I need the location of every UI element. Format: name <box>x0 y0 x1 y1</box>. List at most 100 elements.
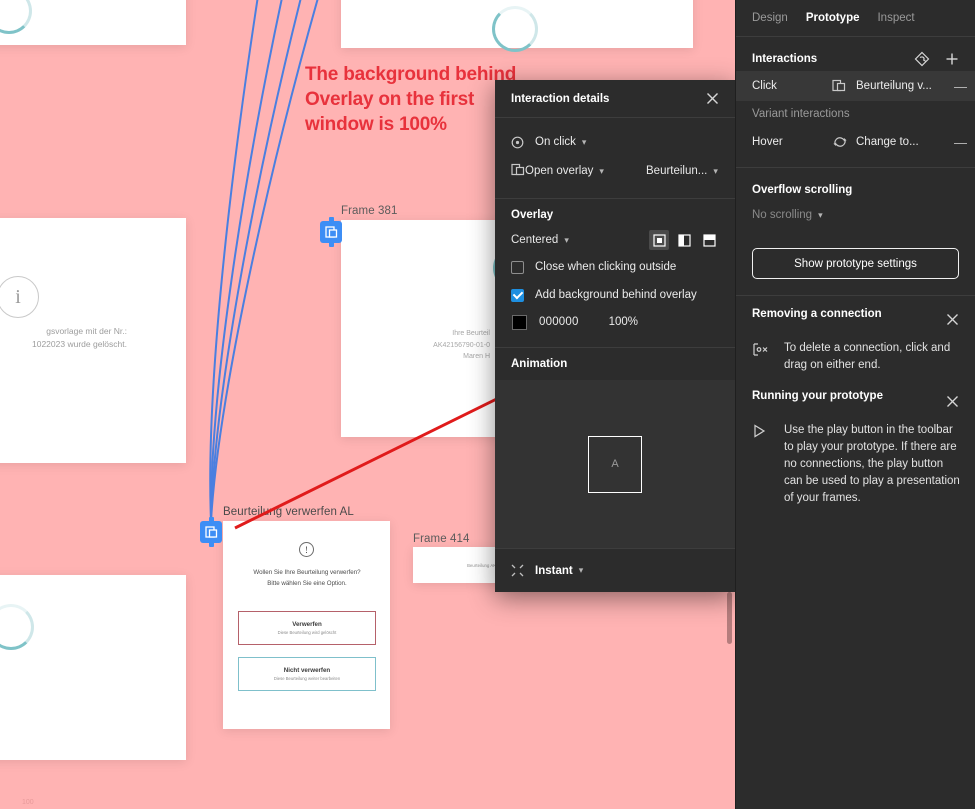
frame-414-label[interactable]: Frame 414 <box>413 533 470 545</box>
tip-running-prototype: Running your prototype Use the play butt… <box>736 378 975 511</box>
loading-spinner-icon <box>492 6 538 52</box>
chevron-down-icon[interactable]: ▾ <box>713 166 718 177</box>
play-icon <box>752 422 772 507</box>
color-swatch[interactable] <box>512 314 527 330</box>
tip-body: To delete a connection, click and drag o… <box>752 340 963 374</box>
animation-section-head: Animation <box>495 348 735 380</box>
verwerfen-button-subtitle: Diese Beurteilung wird gelöscht <box>277 630 337 635</box>
prototype-flow-icon[interactable] <box>911 48 933 70</box>
overlay-frame-label[interactable]: Beurteilung verwerfen AL <box>223 506 354 518</box>
interaction-row-click[interactable]: Click Beurteilung v... — <box>736 71 975 101</box>
tip-body: Use the play button in the toolbar to pl… <box>752 422 963 507</box>
canvas-scrollbar[interactable] <box>727 592 732 644</box>
tip-removing-connection: Removing a connection To delete a connec… <box>736 296 975 378</box>
color-opacity-value[interactable]: 100% <box>609 316 638 328</box>
sidebar-tabs: Design Prototype Inspect <box>736 0 975 37</box>
overlay-connector-node-dialog[interactable] <box>200 517 222 547</box>
overlay-settings-section: Overlay Centered ▾ Close when clicking o… <box>495 199 735 347</box>
right-sidebar[interactable]: Design Prototype Inspect Interactions Cl… <box>735 0 975 809</box>
prototype-settings-wrap: Show prototype settings <box>736 238 975 295</box>
modal-trigger-action-section: On click ▾ Open overlay ▾ Beurteilun... <box>495 118 735 198</box>
add-background-label: Add background behind overlay <box>535 289 697 301</box>
animation-preview-box: A <box>588 435 642 493</box>
overlay-section-title: Overlay <box>511 209 554 221</box>
chevron-down-icon[interactable]: ▾ <box>582 137 587 148</box>
verwerfen-button[interactable]: Verwerfen Diese Beurteilung wird gelösch… <box>238 611 376 645</box>
tab-prototype[interactable]: Prototype <box>806 12 860 24</box>
interaction-row-hover[interactable]: Hover Change to... — <box>736 127 975 157</box>
position-top-half-icon[interactable] <box>699 230 719 250</box>
interaction-trigger-hover: Hover <box>752 136 783 148</box>
overflow-scrolling-header: Overflow scrolling <box>752 178 963 202</box>
interactions-section: Interactions Click Beurteilung v... — Va… <box>736 37 975 167</box>
variant-interactions-label: Variant interactions <box>752 108 850 120</box>
animation-section-title: Animation <box>511 358 568 370</box>
overflow-scrolling-value-row[interactable]: No scrolling ▾ <box>752 202 963 228</box>
tab-inspect[interactable]: Inspect <box>877 12 914 24</box>
interaction-trigger-click: Click <box>752 80 777 92</box>
position-centered-icon[interactable] <box>649 230 669 250</box>
tip-header: Removing a connection <box>752 308 963 330</box>
canvas-bottom-text: 100 <box>22 799 34 806</box>
left-card-text: gsvorlage mit der Nr.: 1022023 wurde gel… <box>0 325 130 351</box>
overlay-background-color-row[interactable]: 000000 100% <box>511 309 719 335</box>
remove-interaction-button[interactable]: — <box>950 135 967 150</box>
action-destination: Beurteilun... <box>646 165 708 177</box>
animation-easing-row[interactable]: Instant ▾ <box>495 548 735 592</box>
click-target-icon <box>511 136 535 149</box>
interaction-destination-click: Beurteilung v... <box>856 80 932 92</box>
add-background-checkbox[interactable] <box>511 288 524 302</box>
interaction-destination-hover: Change to... <box>856 136 919 148</box>
close-outside-checkbox[interactable] <box>511 260 524 274</box>
interaction-details-modal[interactable]: Interaction details On click ▾ Open over… <box>495 80 735 592</box>
close-icon[interactable] <box>941 308 963 330</box>
frame-381-line-2: AK42156790-01-0 <box>433 341 490 349</box>
action-label: Open overlay <box>525 165 594 177</box>
frame-381-body-text: Ihre Beurteil AK42156790-01-0 Maren H <box>355 328 490 363</box>
chevron-down-icon[interactable]: ▾ <box>564 235 569 246</box>
overlay-question-line-2: Bitte wählen Sie eine Option. <box>267 579 347 587</box>
tip-title: Removing a connection <box>752 308 882 320</box>
tip-header: Running your prototype <box>752 390 963 412</box>
plus-icon[interactable] <box>941 48 963 70</box>
close-when-clicking-outside-row[interactable]: Close when clicking outside <box>511 253 719 281</box>
modal-header: Interaction details <box>495 80 735 118</box>
frame-381-label[interactable]: Frame 381 <box>341 205 398 217</box>
overlay-position-label: Centered <box>511 234 559 246</box>
show-prototype-settings-button[interactable]: Show prototype settings <box>752 248 959 279</box>
overflow-scrolling-section: Overflow scrolling No scrolling ▾ <box>736 168 975 238</box>
close-icon[interactable] <box>941 390 963 412</box>
close-icon[interactable] <box>701 88 723 110</box>
chevron-down-icon[interactable]: ▾ <box>599 166 604 177</box>
overlay-dialog-question: Wollen Sie Ihre Beurteilung verwerfen? B… <box>233 568 381 589</box>
alert-icon: ! <box>299 542 314 557</box>
nicht-verwerfen-button-subtitle: Diese Beurteilung weiter bearbeiten <box>273 676 341 681</box>
nicht-verwerfen-button-title: Nicht verwerfen <box>283 667 331 674</box>
open-overlay-icon <box>511 163 525 180</box>
figma-prototype-screen: i gsvorlage mit der Nr.: 1022023 wurde g… <box>0 0 975 809</box>
tip-text: To delete a connection, click and drag o… <box>784 342 951 371</box>
overlay-connector-node-381[interactable] <box>320 217 342 247</box>
add-background-row[interactable]: Add background behind overlay <box>511 281 719 309</box>
tab-design[interactable]: Design <box>752 12 788 24</box>
open-overlay-icon <box>832 79 856 93</box>
overlay-question-line-1: Wollen Sie Ihre Beurteilung verwerfen? <box>253 569 361 576</box>
animation-preview: A <box>495 380 735 548</box>
frame-381-line-1: Ihre Beurteil <box>452 330 490 337</box>
canvas-frame-bottom-left[interactable] <box>0 575 186 760</box>
tip-text: Use the play button in the toolbar to pl… <box>784 424 960 504</box>
frame-381-line-3: Maren H <box>463 353 490 360</box>
remove-interaction-button[interactable]: — <box>950 79 967 94</box>
nicht-verwerfen-button[interactable]: Nicht verwerfen Diese Beurteilung weiter… <box>238 657 376 691</box>
trigger-row[interactable]: On click ▾ <box>511 128 719 156</box>
left-card-line-2: 1022023 wurde gelöscht. <box>32 339 127 349</box>
left-card-line-1: gsvorlage mit der Nr.: <box>46 326 127 336</box>
color-hex-value[interactable]: 000000 <box>539 316 579 328</box>
interactions-header: Interactions <box>752 47 963 71</box>
action-row[interactable]: Open overlay ▾ Beurteilun... ▾ <box>511 156 719 186</box>
position-left-half-icon[interactable] <box>674 230 694 250</box>
chevron-down-icon[interactable]: ▾ <box>818 210 823 221</box>
modal-title: Interaction details <box>511 92 610 105</box>
change-to-icon <box>832 135 856 149</box>
chevron-down-icon[interactable]: ▾ <box>579 565 584 576</box>
